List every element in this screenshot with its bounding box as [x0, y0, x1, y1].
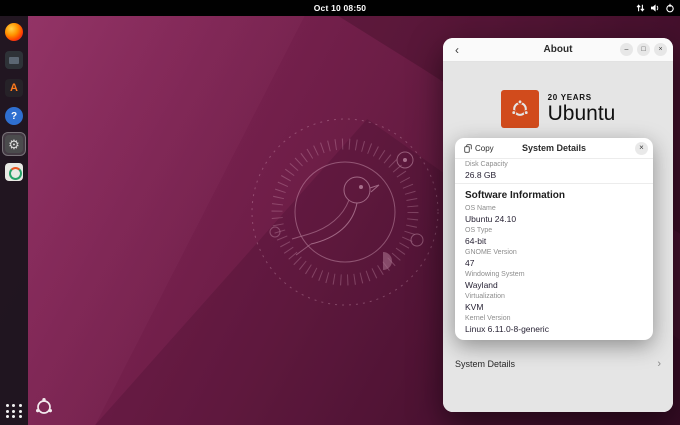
files-icon — [5, 51, 23, 69]
divider — [455, 183, 653, 184]
detail-row-os-name: OS Name Ubuntu 24.10 — [455, 203, 653, 225]
detail-value: 64-bit — [465, 236, 643, 247]
detail-value: Ubuntu 24.10 — [465, 214, 643, 225]
detail-label: GNOME Version — [465, 249, 643, 258]
detail-label: Disk Capacity — [465, 161, 643, 170]
gear-icon: ⚙ — [5, 135, 23, 153]
detail-label: Kernel Version — [465, 315, 643, 324]
detail-row-kernel-version: Kernel Version Linux 6.11.0-8-generic — [455, 313, 653, 335]
about-titlebar[interactable]: ‹ About – □ × — [443, 38, 673, 62]
window-controls: – □ × — [620, 43, 667, 56]
about-window: ‹ About – □ × 20 YEARS Ubuntu — [443, 38, 673, 412]
detail-label: Windowing System — [465, 271, 643, 280]
copy-icon — [464, 144, 472, 153]
volume-icon — [650, 3, 660, 13]
system-tray[interactable] — [636, 0, 675, 16]
circle-of-friends-watermark-icon — [34, 397, 54, 417]
dock-item-app-center[interactable]: A — [3, 77, 25, 99]
minimize-button[interactable]: – — [620, 43, 633, 56]
detail-value: 26.8 GB — [465, 170, 643, 181]
dock-item-help[interactable]: ? — [3, 105, 25, 127]
detail-row-os-type: OS Type 64-bit — [455, 225, 653, 247]
help-icon: ? — [5, 107, 23, 125]
dialog-close-button[interactable]: × — [635, 142, 648, 155]
dock-item-settings[interactable]: ⚙ — [3, 133, 25, 155]
back-button[interactable]: ‹ — [449, 42, 465, 58]
firefox-icon — [5, 23, 23, 41]
network-arrows-icon — [636, 3, 645, 13]
dock: A ? ⚙ — [0, 16, 28, 425]
dock-item-files[interactable] — [3, 49, 25, 71]
dialog-body: Disk Capacity 26.8 GB Software Informati… — [455, 159, 653, 340]
detail-row-windowing-system: Windowing System Wayland — [455, 269, 653, 291]
detail-row-disk-capacity: Disk Capacity 26.8 GB — [455, 159, 653, 181]
copy-button[interactable]: Copy — [460, 142, 498, 155]
dock-item-firefox[interactable] — [3, 21, 25, 43]
power-icon — [665, 3, 675, 13]
detail-value: KVM — [465, 302, 643, 313]
close-button[interactable]: × — [654, 43, 667, 56]
top-bar: Oct 10 08:50 — [0, 0, 680, 16]
oriole-bird-emblem — [245, 112, 445, 312]
maximize-button[interactable]: □ — [637, 43, 650, 56]
show-apps-button[interactable] — [6, 403, 22, 419]
detail-label: Virtualization — [465, 293, 643, 302]
system-details-dialog: Copy System Details × Disk Capacity 26.8… — [455, 138, 653, 340]
software-information-heading: Software Information — [455, 186, 653, 203]
dialog-header: Copy System Details × — [455, 138, 653, 159]
detail-row-virtualization: Virtualization KVM — [455, 291, 653, 313]
detail-value: Linux 6.11.0-8-generic — [465, 324, 643, 335]
detail-label: OS Type — [465, 227, 643, 236]
software-updater-icon — [5, 163, 23, 181]
detail-label: OS Name — [465, 205, 643, 214]
copy-button-label: Copy — [475, 144, 494, 153]
clock-menu-button[interactable]: Oct 10 08:50 — [314, 0, 367, 16]
detail-value: Wayland — [465, 280, 643, 291]
dock-item-software-updater[interactable] — [3, 161, 25, 183]
detail-row-gnome-version: GNOME Version 47 — [455, 247, 653, 269]
app-center-icon: A — [5, 79, 23, 97]
detail-value: 47 — [465, 258, 643, 269]
